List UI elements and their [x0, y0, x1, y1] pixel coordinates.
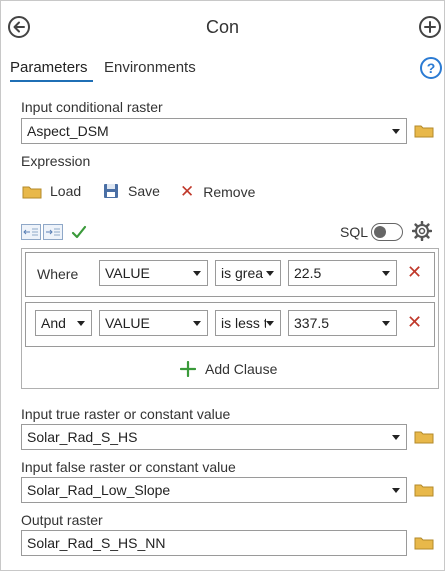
input-true-label: Input true raster or constant value — [21, 406, 231, 422]
tool-title: Con — [205, 17, 240, 37]
folder-icon[interactable] — [414, 123, 434, 141]
save-label: Save — [128, 183, 160, 199]
clause-field-value: VALUE — [105, 315, 150, 331]
input-conditional-raster-value: Aspect_DSM — [27, 123, 109, 139]
active-tab-indicator — [10, 80, 93, 82]
save-button[interactable]: Save — [103, 183, 160, 199]
plus-icon — [180, 361, 196, 377]
clause-connector-dropdown[interactable]: And — [35, 310, 92, 336]
input-false-dropdown[interactable]: Solar_Rad_Low_Slope — [21, 477, 407, 503]
indent-left-icon[interactable] — [21, 224, 41, 243]
validate-check-icon[interactable] — [71, 224, 87, 243]
clause-operator-dropdown[interactable]: is less t — [215, 310, 281, 336]
plus-circle-icon[interactable] — [419, 16, 441, 38]
input-false-label: Input false raster or constant value — [21, 459, 236, 475]
chevron-down-icon — [392, 128, 400, 134]
input-conditional-raster-label: Input conditional raster — [21, 99, 163, 115]
tab-parameters[interactable]: Parameters — [10, 59, 88, 76]
folder-icon[interactable] — [414, 535, 434, 553]
chevron-down-icon — [382, 320, 390, 326]
clause-value-text: 337.5 — [294, 315, 330, 331]
clause-value-dropdown[interactable]: 22.5 — [288, 260, 397, 286]
save-icon — [104, 184, 118, 198]
chevron-down-icon — [77, 320, 85, 326]
chevron-down-icon — [392, 434, 400, 440]
folder-icon[interactable] — [414, 429, 434, 447]
remove-button[interactable]: ✕ Remove — [180, 183, 255, 200]
sql-toggle[interactable] — [371, 223, 403, 241]
add-clause-label: Add Clause — [205, 361, 278, 377]
indent-right-icon[interactable] — [43, 224, 63, 243]
chevron-down-icon — [382, 270, 390, 276]
remove-label: Remove — [203, 183, 256, 200]
input-conditional-raster-dropdown[interactable]: Aspect_DSM — [21, 118, 407, 144]
folder-icon[interactable] — [414, 482, 434, 500]
clause-operator-value: is grea — [221, 265, 264, 281]
chevron-down-icon — [193, 320, 201, 326]
clause-value-text: 22.5 — [294, 265, 322, 281]
chevron-down-icon — [193, 270, 201, 276]
clause-value-dropdown[interactable]: 337.5 — [288, 310, 397, 336]
help-icon[interactable]: ? — [420, 57, 442, 79]
remove-clause-icon[interactable]: ✕ — [407, 312, 422, 333]
remove-clause-icon[interactable]: ✕ — [407, 262, 422, 283]
expression-label: Expression — [21, 153, 91, 169]
chevron-down-icon — [266, 270, 274, 276]
chevron-down-icon — [392, 487, 400, 493]
add-clause-button[interactable]: Add Clause — [180, 361, 277, 377]
output-raster-value: Solar_Rad_S_HS_NN — [27, 535, 166, 551]
remove-x-icon: ✕ — [180, 182, 195, 201]
chevron-down-icon — [266, 320, 274, 326]
gear-icon[interactable] — [411, 220, 433, 244]
clause-operator-dropdown[interactable]: is grea — [215, 260, 281, 286]
input-true-dropdown[interactable]: Solar_Rad_S_HS — [21, 424, 407, 450]
clause-connector-value: And — [41, 315, 66, 331]
clause-field-dropdown[interactable]: VALUE — [99, 310, 208, 336]
tab-environments[interactable]: Environments — [104, 59, 196, 76]
clause-connector-where: Where — [37, 266, 79, 282]
folder-open-icon — [22, 186, 42, 198]
clause-field-value: VALUE — [105, 265, 150, 281]
output-raster-input[interactable]: Solar_Rad_S_HS_NN — [21, 530, 407, 556]
clause-field-dropdown[interactable]: VALUE — [99, 260, 208, 286]
clause-operator-value: is less t — [221, 315, 266, 331]
output-raster-label: Output raster — [21, 512, 103, 528]
sql-label: SQL — [340, 224, 369, 240]
input-true-value: Solar_Rad_S_HS — [27, 429, 138, 445]
load-label: Load — [50, 183, 82, 199]
input-false-value: Solar_Rad_Low_Slope — [27, 482, 171, 498]
load-button[interactable]: Load — [22, 183, 81, 199]
